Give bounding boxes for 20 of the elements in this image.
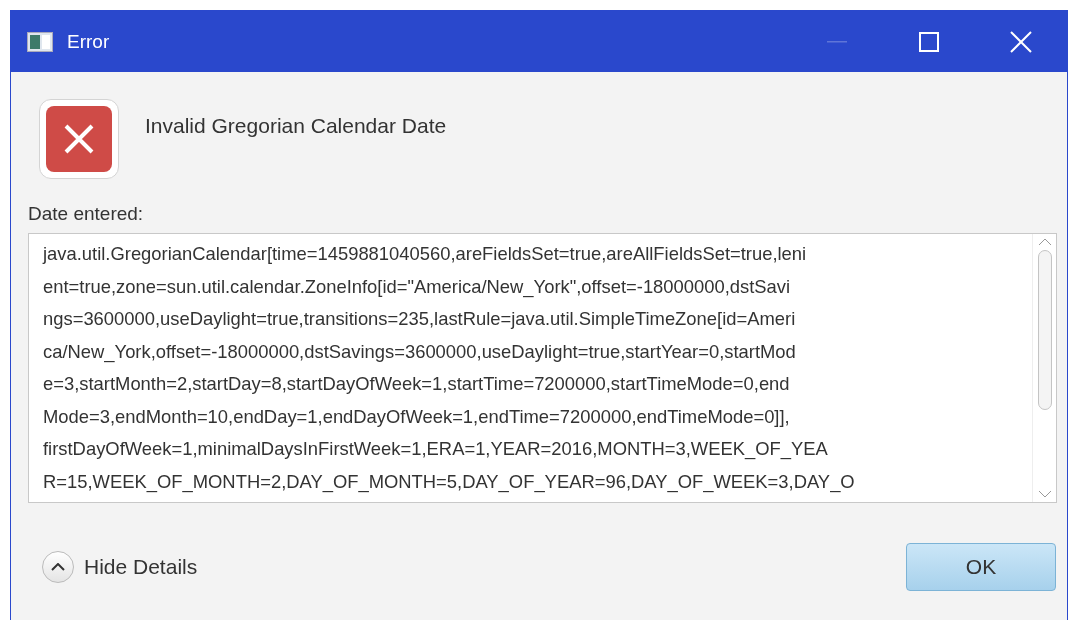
details-text-line: java.util.GregorianCalendar[time=1459881040560,areFieldsSet=true,areAllFieldsSet=true,leni — [43, 242, 808, 266]
details-text-line: ngs=3600000,useDaylight=true,transitions=235,lastRule=java.util.SimpleTimeZone[id=Ameri — [43, 307, 797, 331]
details-text-line: ent=true,zone=sun.util.calendar.ZoneInfo[id="America/New_York",offset=-18000000,dstSavi — [43, 274, 792, 300]
error-message: Invalid Gregorian Calendar Date — [145, 114, 447, 138]
details-text-area[interactable] — [28, 233, 1057, 503]
scroll-down-icon — [1037, 490, 1052, 498]
chevron-up-icon — [42, 551, 74, 583]
details-text-line: Mode=3,endMonth=10,endDay=1,endDayOfWeek=1,endTime=7200000,endTimeMode=0]], — [43, 404, 791, 429]
details-text-line: R=15,WEEK_OF_MONTH=2,DAY_OF_MONTH=5,DAY_OF_YEAR=96,DAY_OF_WEEK=3,DAY_O — [43, 469, 856, 495]
details-text-line: firstDayOfWeek=1,minimalDaysInFirstWeek=1,ERA=1,YEAR=2016,MONTH=3,WEEK_OF_YEA — [43, 437, 829, 462]
hide-details-toggle[interactable]: Hide Details — [42, 551, 198, 583]
window-title: Error — [67, 30, 110, 53]
ok-button[interactable]: OK — [906, 543, 1056, 591]
scroll-up-icon — [1037, 238, 1052, 246]
details-text-line: e=3,startMonth=2,startDay=8,startDayOfWeek=1,startTime=7200000,startTimeMode=0,end — [43, 372, 791, 396]
details-label: Date entered: — [28, 203, 145, 225]
details-text-line: ca/New_York,offset=-18000000,dstSavings=3600000,useDaylight=true,startYear=0,startMod — [43, 339, 797, 365]
error-icon — [39, 99, 119, 179]
scrollbar-thumb[interactable] — [1037, 250, 1052, 410]
app-icon — [27, 31, 53, 52]
